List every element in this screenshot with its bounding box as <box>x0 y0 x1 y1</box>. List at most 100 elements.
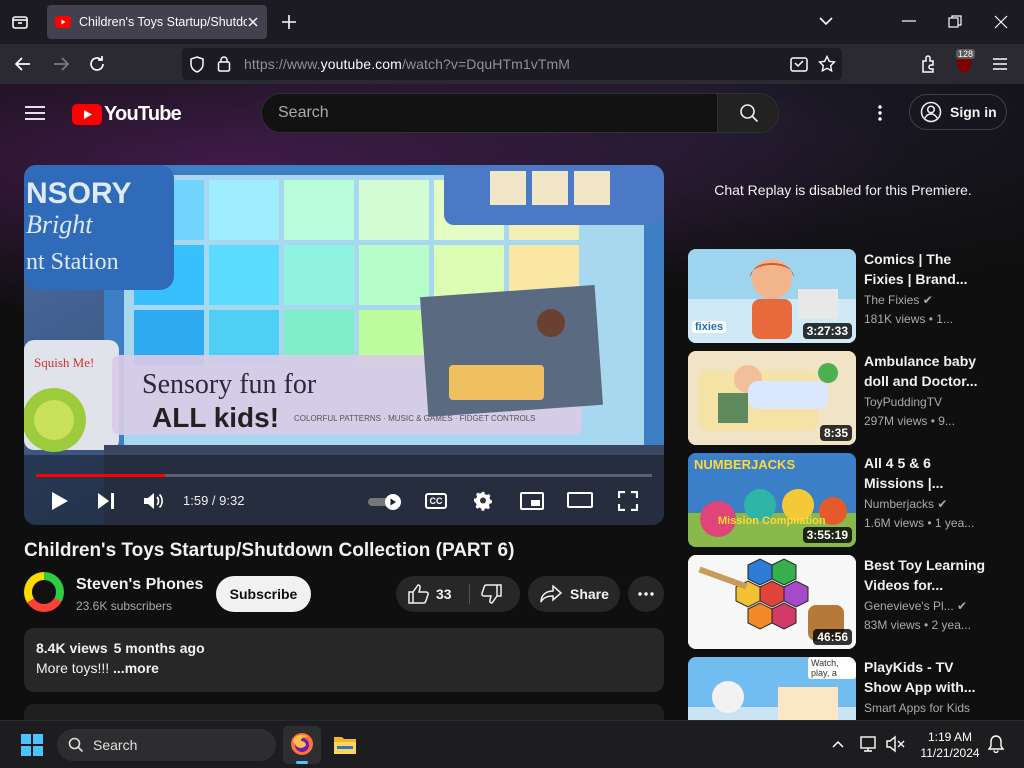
new-tab-icon[interactable] <box>281 14 297 30</box>
search-input[interactable] <box>262 94 717 132</box>
address-bar[interactable]: https://www.youtube.com/watch?v=DquHTm1v… <box>182 48 842 80</box>
video-player[interactable]: NSORY Bright nt Station Squish Me! Senso… <box>24 165 664 525</box>
video-meta: 1.6M views • 1 yea... <box>864 516 975 530</box>
verified-icon: ✔ <box>922 293 933 307</box>
video-title[interactable]: Comics | The Fixies | Brand... <box>864 249 988 289</box>
video-meta: 83M views • 2 yea... <box>864 618 971 632</box>
settings-more-icon[interactable] <box>878 105 882 121</box>
chat-replay-notice: Chat Replay is disabled for this Premier… <box>714 182 972 198</box>
forward-icon[interactable] <box>52 56 70 72</box>
show-hidden-icons-icon[interactable] <box>832 740 844 748</box>
ublock-extension-icon[interactable]: 128 <box>954 49 978 76</box>
video-thumbnail[interactable]: fixies 3:27:33 <box>688 249 856 343</box>
dislike-button[interactable] <box>480 584 502 604</box>
more-actions-button[interactable] <box>628 576 664 612</box>
time-total: 9:32 <box>219 493 245 508</box>
file-explorer-taskbar-button[interactable] <box>333 734 357 756</box>
firefox-icon <box>291 733 313 755</box>
youtube-logo[interactable]: YouTube <box>72 103 182 126</box>
video-duration: 8:35 <box>819 425 852 441</box>
list-all-tabs-icon[interactable] <box>818 15 834 27</box>
share-label: Share <box>570 586 609 602</box>
progress-played <box>36 474 166 477</box>
subscribe-button[interactable]: Subscribe <box>216 576 311 612</box>
verified-icon: ✔ <box>937 497 948 511</box>
fullscreen-icon <box>618 491 638 511</box>
video-title[interactable]: All 4 5 & 6 Missions |... <box>864 453 988 493</box>
recommended-video-3[interactable]: NUMBERJACKS Mission Compilation 3:55:19 … <box>688 453 988 547</box>
app-menu-icon[interactable] <box>992 57 1008 71</box>
theater-mode-button[interactable] <box>567 492 593 508</box>
recommended-video-2[interactable]: 8:35 Ambulance baby doll and Doctor... T… <box>688 351 988 445</box>
windows-taskbar: Search 1:19 AM 11/21/2024 <box>0 720 1024 768</box>
firefox-taskbar-button[interactable] <box>283 726 321 764</box>
close-window-icon[interactable] <box>994 15 1008 29</box>
url-text[interactable]: https://www.youtube.com/watch?v=DquHTm1v… <box>244 56 570 72</box>
video-title[interactable]: Best Toy Learning Videos for... <box>864 555 988 595</box>
channel-name[interactable]: Smart Apps for Kids <box>864 701 970 715</box>
reader-view-icon[interactable] <box>790 56 808 73</box>
recommended-video-5[interactable]: Watch, play, a PlayKids - TV Show App wi… <box>688 657 988 720</box>
view-count: 8.4K views <box>36 640 108 656</box>
svg-text:nt Station: nt Station <box>26 249 119 275</box>
settings-button[interactable] <box>474 491 494 511</box>
miniplayer-button[interactable] <box>520 492 544 510</box>
search-button[interactable] <box>717 94 778 132</box>
like-count: 33 <box>436 586 452 602</box>
recommended-video-4[interactable]: 46:56 Best Toy Learning Videos for... Ge… <box>688 555 988 649</box>
video-thumbnail[interactable]: 8:35 <box>688 351 856 445</box>
start-button[interactable] <box>21 734 43 756</box>
system-clock[interactable]: 1:19 AM 11/21/2024 <box>912 729 988 761</box>
video-title[interactable]: PlayKids - TV Show App with... <box>864 657 988 697</box>
share-button[interactable]: Share <box>528 576 620 612</box>
more-link[interactable]: ...more <box>113 660 159 676</box>
channel-name[interactable]: Steven's Phones <box>76 576 203 594</box>
autoplay-toggle[interactable] <box>368 493 404 511</box>
progress-bar[interactable] <box>36 474 652 477</box>
minimize-icon[interactable] <box>902 20 916 22</box>
tab-close-icon[interactable] <box>247 16 259 28</box>
clock-date: 11/21/2024 <box>920 746 980 760</box>
description-box[interactable]: 8.4K views 5 months ago More toys!!! ...m… <box>24 628 664 692</box>
next-button[interactable] <box>97 492 115 510</box>
notifications-icon[interactable] <box>988 735 1004 753</box>
volume-muted-icon[interactable] <box>886 735 906 753</box>
captions-button[interactable]: CC <box>425 493 447 509</box>
network-icon[interactable] <box>860 735 880 753</box>
channel-avatar[interactable] <box>24 572 64 612</box>
youtube-logo-text: YouTube <box>104 103 182 125</box>
back-icon[interactable] <box>14 56 32 72</box>
video-duration: 3:27:33 <box>802 323 852 339</box>
extension-badge: 128 <box>956 49 976 59</box>
video-title[interactable]: Ambulance baby doll and Doctor... <box>864 351 988 391</box>
channel-name[interactable]: Genevieve's Pl... ✔ <box>864 599 967 613</box>
like-button[interactable] <box>408 584 430 604</box>
fullscreen-button[interactable] <box>618 491 638 511</box>
volume-button[interactable] <box>143 491 165 511</box>
tab-overview-icon[interactable] <box>10 12 30 32</box>
play-button[interactable] <box>51 491 69 511</box>
channel-name[interactable]: ToyPuddingTV <box>864 395 942 409</box>
browser-tab-active[interactable]: Children's Toys Startup/Shutdown <box>47 5 267 39</box>
recommended-video-1[interactable]: fixies 3:27:33 Comics | The Fixies | Bra… <box>688 249 988 343</box>
description-text: More toys!!! ...more <box>36 660 159 676</box>
bookmark-star-icon[interactable] <box>818 55 836 73</box>
video-thumbnail[interactable]: Watch, play, a <box>688 657 856 720</box>
comments-section-preview <box>24 704 664 720</box>
restore-icon[interactable] <box>948 15 962 29</box>
reload-icon[interactable] <box>88 55 106 73</box>
channel-name[interactable]: Numberjacks ✔ <box>864 497 947 511</box>
sign-in-button[interactable]: Sign in <box>909 94 1007 130</box>
tracking-protection-icon[interactable] <box>189 56 205 73</box>
channel-name[interactable]: The Fixies ✔ <box>864 293 933 307</box>
youtube-favicon-icon <box>55 16 71 28</box>
video-thumbnail[interactable]: NUMBERJACKS Mission Compilation 3:55:19 <box>688 453 856 547</box>
extensions-icon[interactable] <box>920 55 938 73</box>
taskbar-search[interactable]: Search <box>57 729 276 761</box>
thumbnail-sublabel: Mission Compilation <box>718 515 826 527</box>
svg-text:COLORFUL PATTERNS · MUSIC &: COLORFUL PATTERNS · MUSIC & GAMES · FIDG… <box>294 414 536 423</box>
video-thumbnail[interactable]: 46:56 <box>688 555 856 649</box>
thumbs-up-icon <box>408 584 429 604</box>
lock-icon[interactable] <box>217 55 231 72</box>
guide-menu-icon[interactable] <box>25 105 45 121</box>
